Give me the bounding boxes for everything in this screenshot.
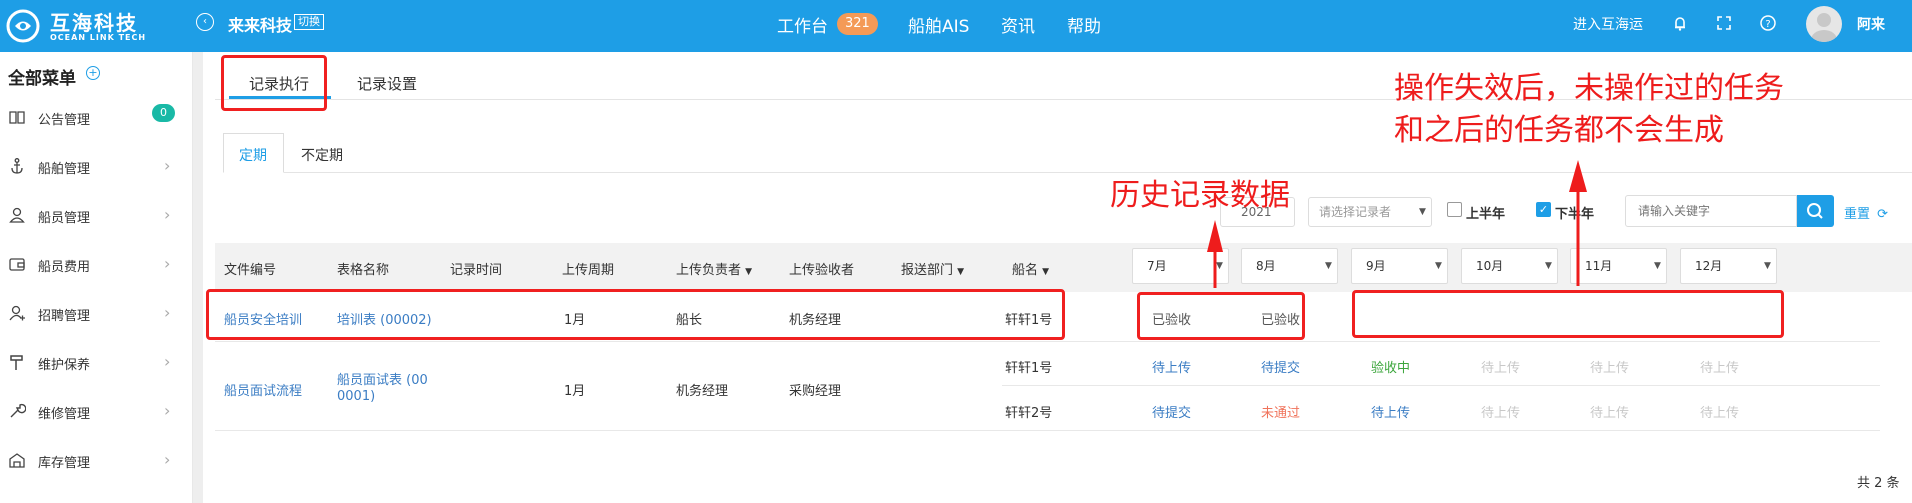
arrow-future	[1569, 160, 1587, 286]
arrow-history	[1207, 220, 1223, 288]
annotation-arrows	[1207, 160, 1587, 288]
